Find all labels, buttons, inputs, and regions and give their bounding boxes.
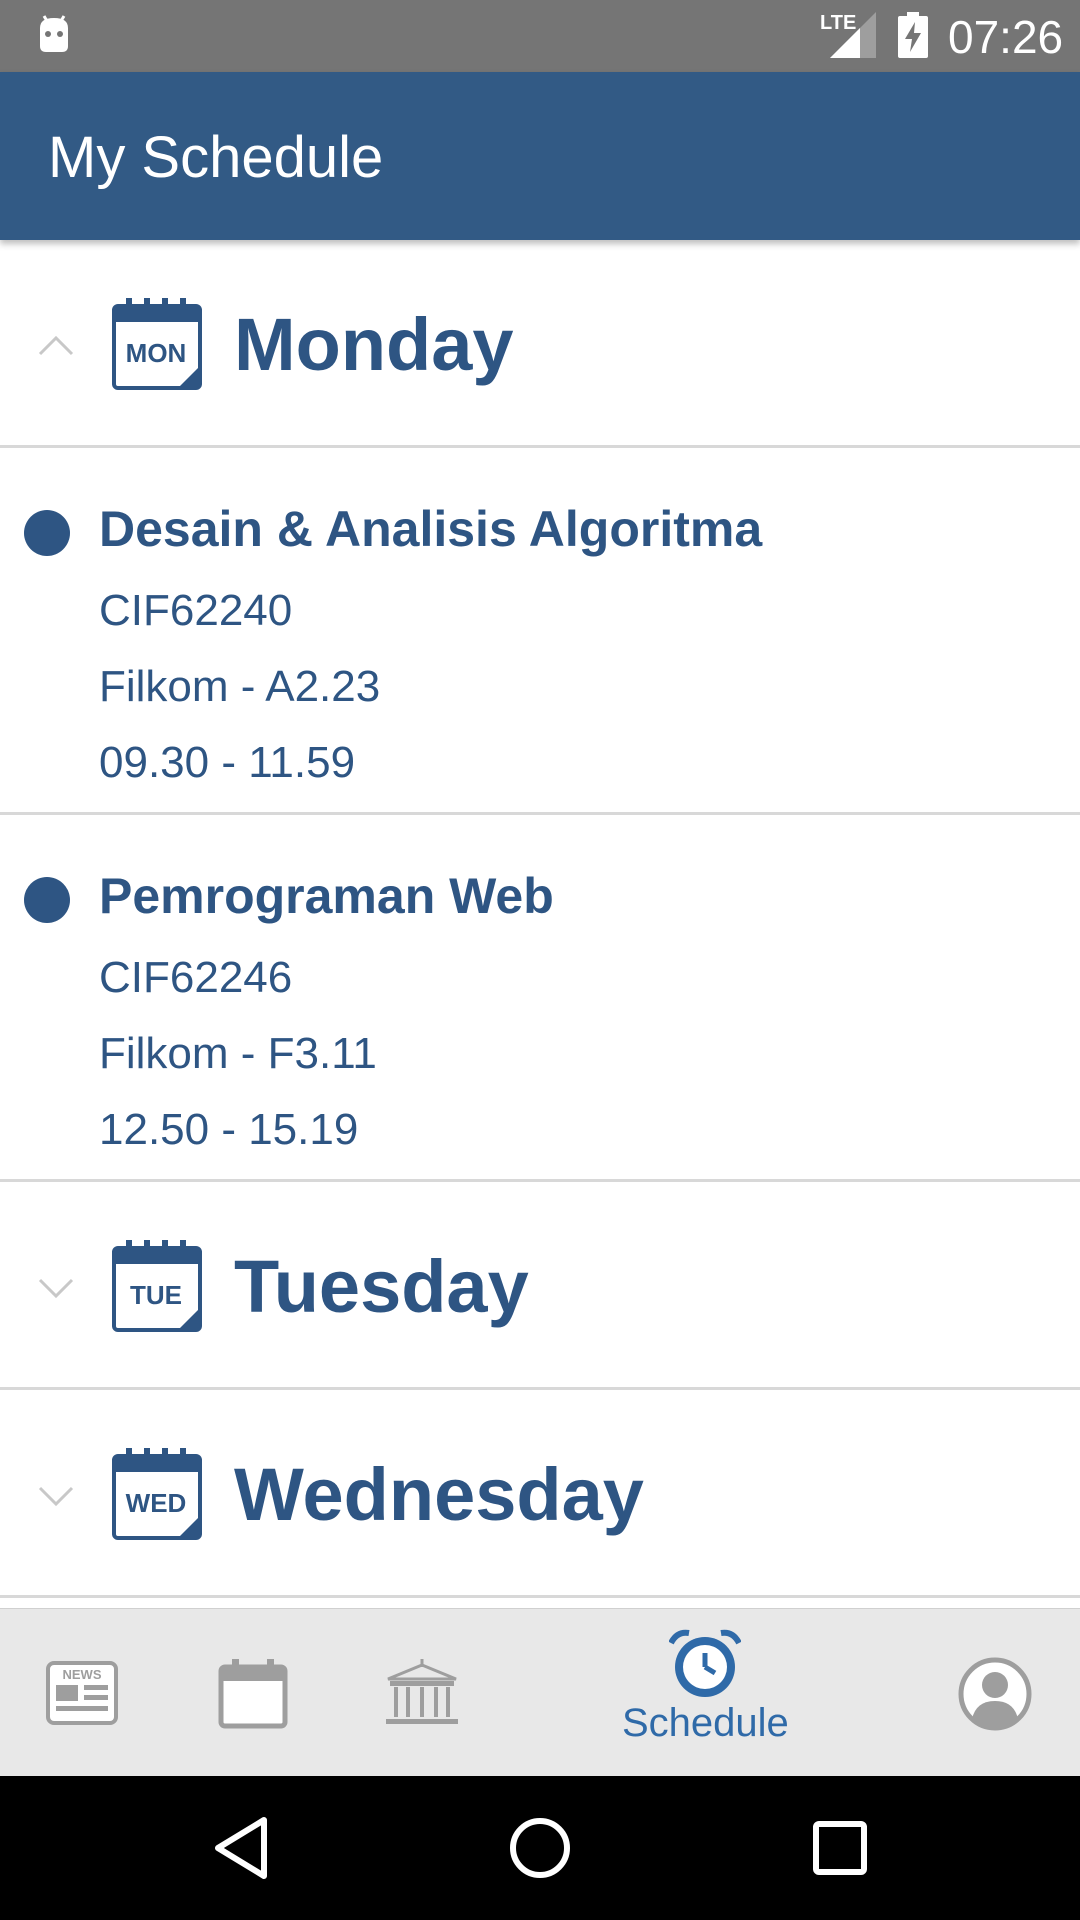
alarm-clock-icon [669,1629,741,1697]
svg-text:TUE: TUE [130,1280,182,1310]
course-code: CIF62246 [99,953,293,1002]
recents-icon[interactable] [812,1820,868,1876]
news-icon: NEWS [46,1661,118,1725]
course-bullet [24,510,70,556]
course-room: Filkom - F3.11 [99,1029,377,1078]
chevron-down-icon[interactable] [36,1268,76,1308]
calendar-wed-icon: WED [112,1448,202,1540]
course-code: CIF62240 [99,586,293,635]
day-header-wednesday[interactable]: WED Wednesday [0,1390,1080,1598]
calendar-tue-icon: TUE [112,1240,202,1332]
day-name-tuesday: Tuesday [234,1245,529,1328]
calendar-mon-icon: MON [112,298,202,390]
nav-campus[interactable] [370,1609,480,1777]
nav-calendar[interactable] [200,1609,310,1777]
course-time: 12.50 - 15.19 [99,1105,359,1154]
calendar-icon [218,1659,288,1729]
course-item[interactable]: Desain & Analisis Algoritma CIF62240 Fil… [0,448,1080,815]
status-time: 07:26 [948,11,1064,63]
nav-profile[interactable] [946,1609,1046,1777]
nav-news[interactable]: NEWS [30,1609,140,1777]
android-icon [40,15,68,52]
day-name-wednesday: Wednesday [234,1453,644,1536]
course-item[interactable]: Pemrograman Web CIF62246 Filkom - F3.11 … [0,815,1080,1182]
network-type: LTE [820,12,857,34]
chevron-down-icon[interactable] [36,1476,76,1516]
page-title: My Schedule [48,125,384,190]
course-time: 09.30 - 11.59 [99,738,356,787]
day-name-monday: Monday [234,303,514,386]
course-bullet [24,877,70,923]
nav-schedule-label: Schedule [622,1701,789,1745]
home-icon[interactable] [508,1816,572,1880]
app-bar: My Schedule [0,72,1080,240]
nav-schedule[interactable]: Schedule [600,1609,810,1777]
course-room: Filkom - A2.23 [99,662,381,711]
day-header-tuesday[interactable]: TUE Tuesday [0,1182,1080,1390]
course-name: Desain & Analisis Algoritma [99,501,763,557]
svg-text:WED: WED [126,1488,187,1518]
back-icon[interactable] [212,1816,272,1880]
day-header-monday[interactable]: MON Monday [0,240,1080,448]
bottom-navigation: NEWS Schedule [0,1608,1080,1776]
course-name: Pemrograman Web [99,868,554,924]
chevron-up-icon[interactable] [36,326,76,366]
svg-text:NEWS: NEWS [63,1667,102,1682]
profile-icon [958,1657,1032,1731]
svg-text:MON: MON [126,338,187,368]
status-bar: LTE 07:26 [0,0,1080,72]
schedule-list: MON Monday Desain & Analisis Algoritma C… [0,240,1080,1608]
battery-charging-icon [898,12,928,58]
system-navigation-bar [0,1776,1080,1920]
building-icon [386,1659,458,1724]
